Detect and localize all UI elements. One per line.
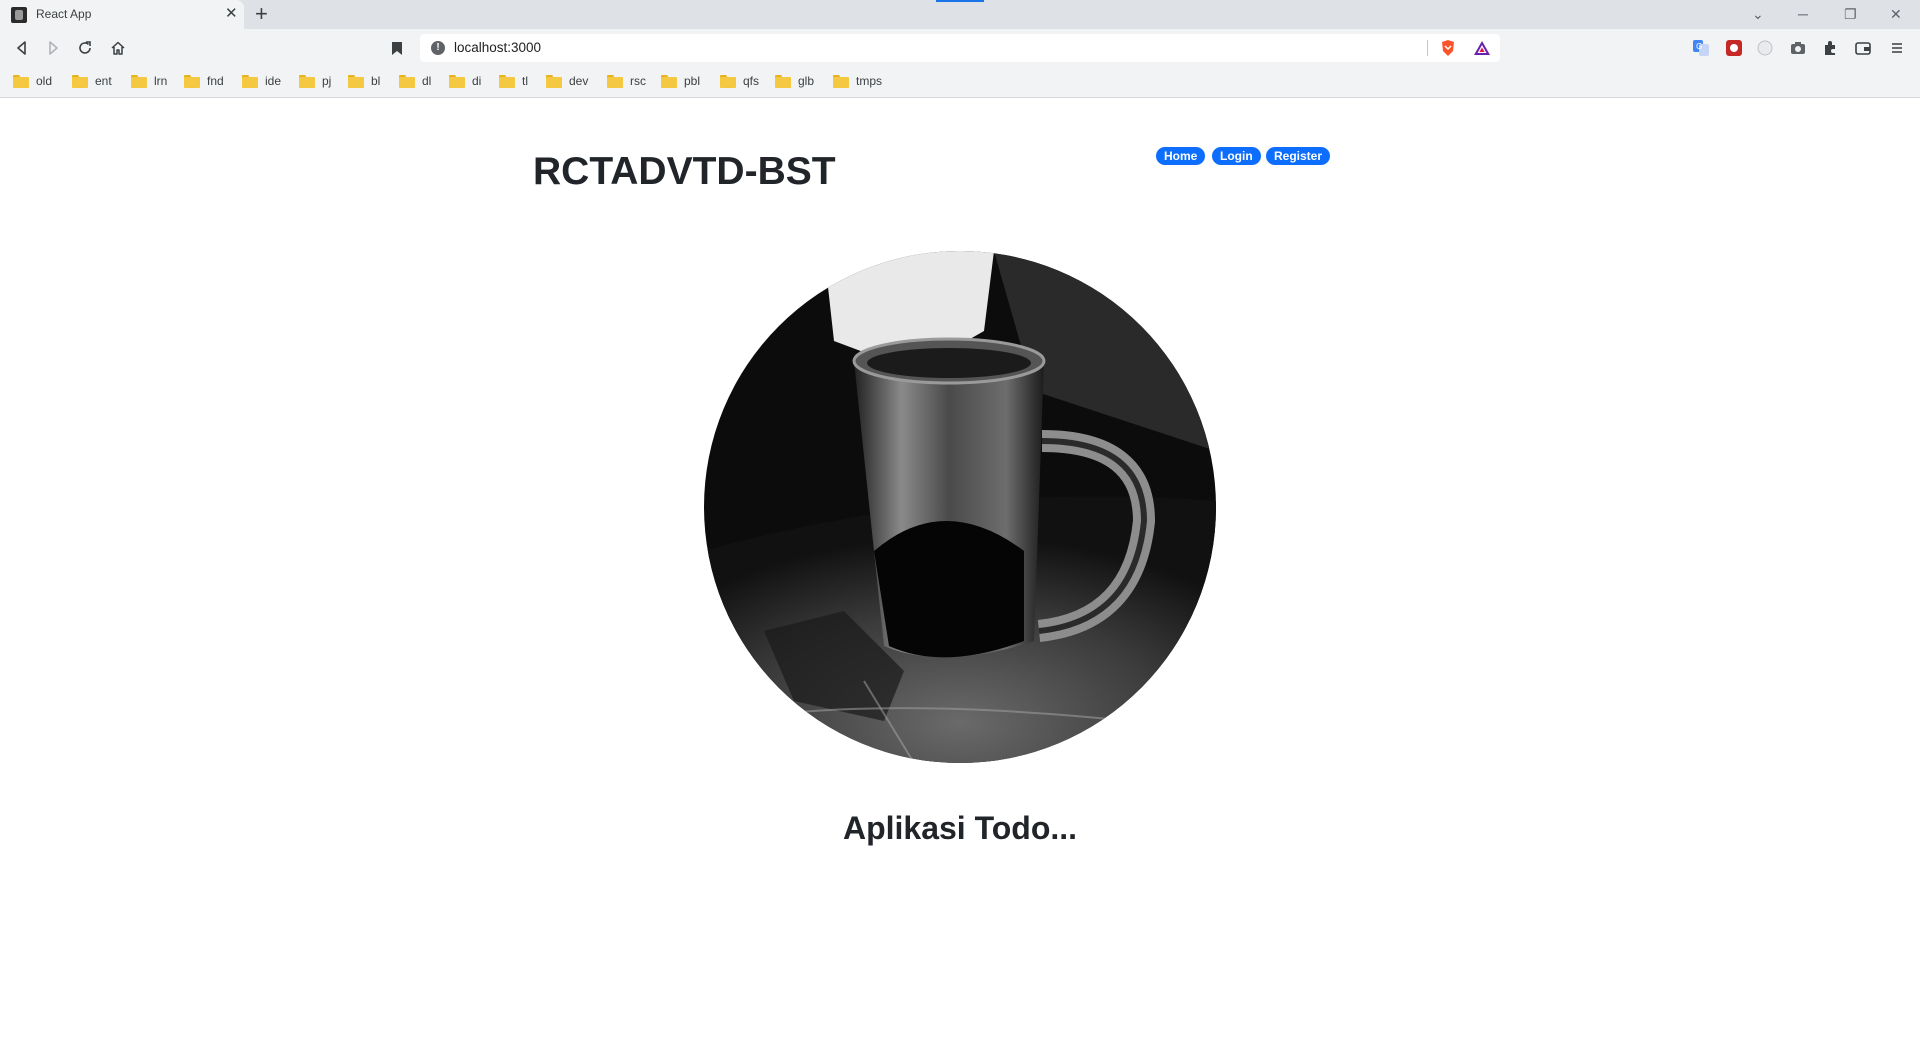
folder-icon (449, 74, 465, 88)
folder-icon (399, 74, 415, 88)
bookmark-icon[interactable] (385, 36, 409, 60)
back-icon[interactable] (10, 36, 34, 60)
nav-login-button[interactable]: Login (1212, 147, 1261, 165)
folder-icon (499, 74, 515, 88)
folder-icon (607, 74, 623, 88)
bookmark-folder-bl[interactable]: bl (348, 74, 380, 88)
page-title: RCTADVTD-BST (533, 150, 836, 193)
restore-icon[interactable]: ❐ (1844, 4, 1857, 24)
omnibox-divider (1427, 40, 1428, 56)
bookmark-folder-pbl[interactable]: pbl (661, 74, 700, 88)
url-text[interactable]: localhost:3000 (454, 40, 541, 55)
screenshot-camera-icon[interactable] (1786, 36, 1810, 60)
forward-icon[interactable] (41, 36, 65, 60)
folder-icon (242, 74, 258, 88)
folder-icon (775, 74, 791, 88)
svg-text:G: G (1696, 42, 1702, 51)
bookmark-folder-pj[interactable]: pj (299, 74, 331, 88)
tab-title: React App (36, 7, 92, 21)
red-extension-icon[interactable] (1722, 36, 1746, 60)
folder-icon (299, 74, 315, 88)
bookmark-folder-glb[interactable]: glb (775, 74, 814, 88)
bookmark-folder-fnd[interactable]: fnd (184, 74, 224, 88)
app-subtitle: Aplikasi Todo... (842, 810, 1078, 846)
reload-icon[interactable] (73, 36, 97, 60)
bookmark-folder-qfs[interactable]: qfs (720, 74, 759, 88)
bookmark-folder-di[interactable]: di (449, 74, 481, 88)
folder-icon (720, 74, 736, 88)
new-tab-icon[interactable]: + (255, 2, 268, 26)
react-app-favicon-icon (11, 7, 27, 23)
folder-icon (131, 74, 147, 88)
bookmark-folder-rsc[interactable]: rsc (607, 74, 646, 88)
nav-register-button[interactable]: Register (1266, 147, 1331, 165)
brave-rewards-icon[interactable] (1473, 39, 1491, 57)
menu-icon[interactable] (1885, 36, 1909, 60)
bookmark-folder-ide[interactable]: ide (242, 74, 281, 88)
wallet-icon[interactable] (1851, 36, 1875, 60)
bookmark-folder-tmps[interactable]: tmps (833, 74, 882, 88)
folder-icon (13, 74, 29, 88)
home-icon[interactable] (106, 36, 130, 60)
minimize-icon[interactable]: ─ (1798, 4, 1808, 24)
bookmark-folder-ent[interactable]: ent (72, 74, 112, 88)
folder-icon (546, 74, 562, 88)
folder-icon (661, 74, 677, 88)
brave-shields-icon[interactable] (1439, 39, 1457, 57)
ghost-extension-icon[interactable] (1753, 36, 1777, 60)
site-info-icon[interactable]: ! (431, 41, 445, 55)
tab-strip: React App ✕ + ⌄ ─ ❐ ✕ (0, 0, 1920, 29)
folder-icon (72, 74, 88, 88)
folder-icon (833, 74, 849, 88)
bookmark-folder-dev[interactable]: dev (546, 74, 588, 88)
folder-icon (184, 74, 200, 88)
bookmark-folder-old[interactable]: old (13, 74, 52, 88)
browser-toolbar: ! localhost:3000 G (0, 29, 1920, 67)
translate-extension-icon[interactable]: G (1689, 36, 1713, 60)
close-tab-icon[interactable]: ✕ (225, 5, 238, 23)
bookmarks-bar: old ent lrn fnd ide pj bl dl di tl dev r… (0, 67, 1920, 98)
tab-scroll-indicator (936, 0, 984, 2)
close-window-icon[interactable]: ✕ (1890, 4, 1902, 24)
address-bar[interactable]: ! localhost:3000 (420, 34, 1500, 62)
extensions-puzzle-icon[interactable] (1818, 36, 1842, 60)
browser-tab[interactable]: React App ✕ (0, 0, 244, 29)
tab-search-chevron-icon[interactable]: ⌄ (1752, 4, 1764, 24)
bookmark-folder-lrn[interactable]: lrn (131, 74, 167, 88)
bookmark-folder-dl[interactable]: dl (399, 74, 431, 88)
bookmark-folder-tl[interactable]: tl (499, 74, 528, 88)
folder-icon (348, 74, 364, 88)
hero-coffee-mug-image (704, 251, 1216, 763)
nav-home-button[interactable]: Home (1156, 147, 1206, 165)
